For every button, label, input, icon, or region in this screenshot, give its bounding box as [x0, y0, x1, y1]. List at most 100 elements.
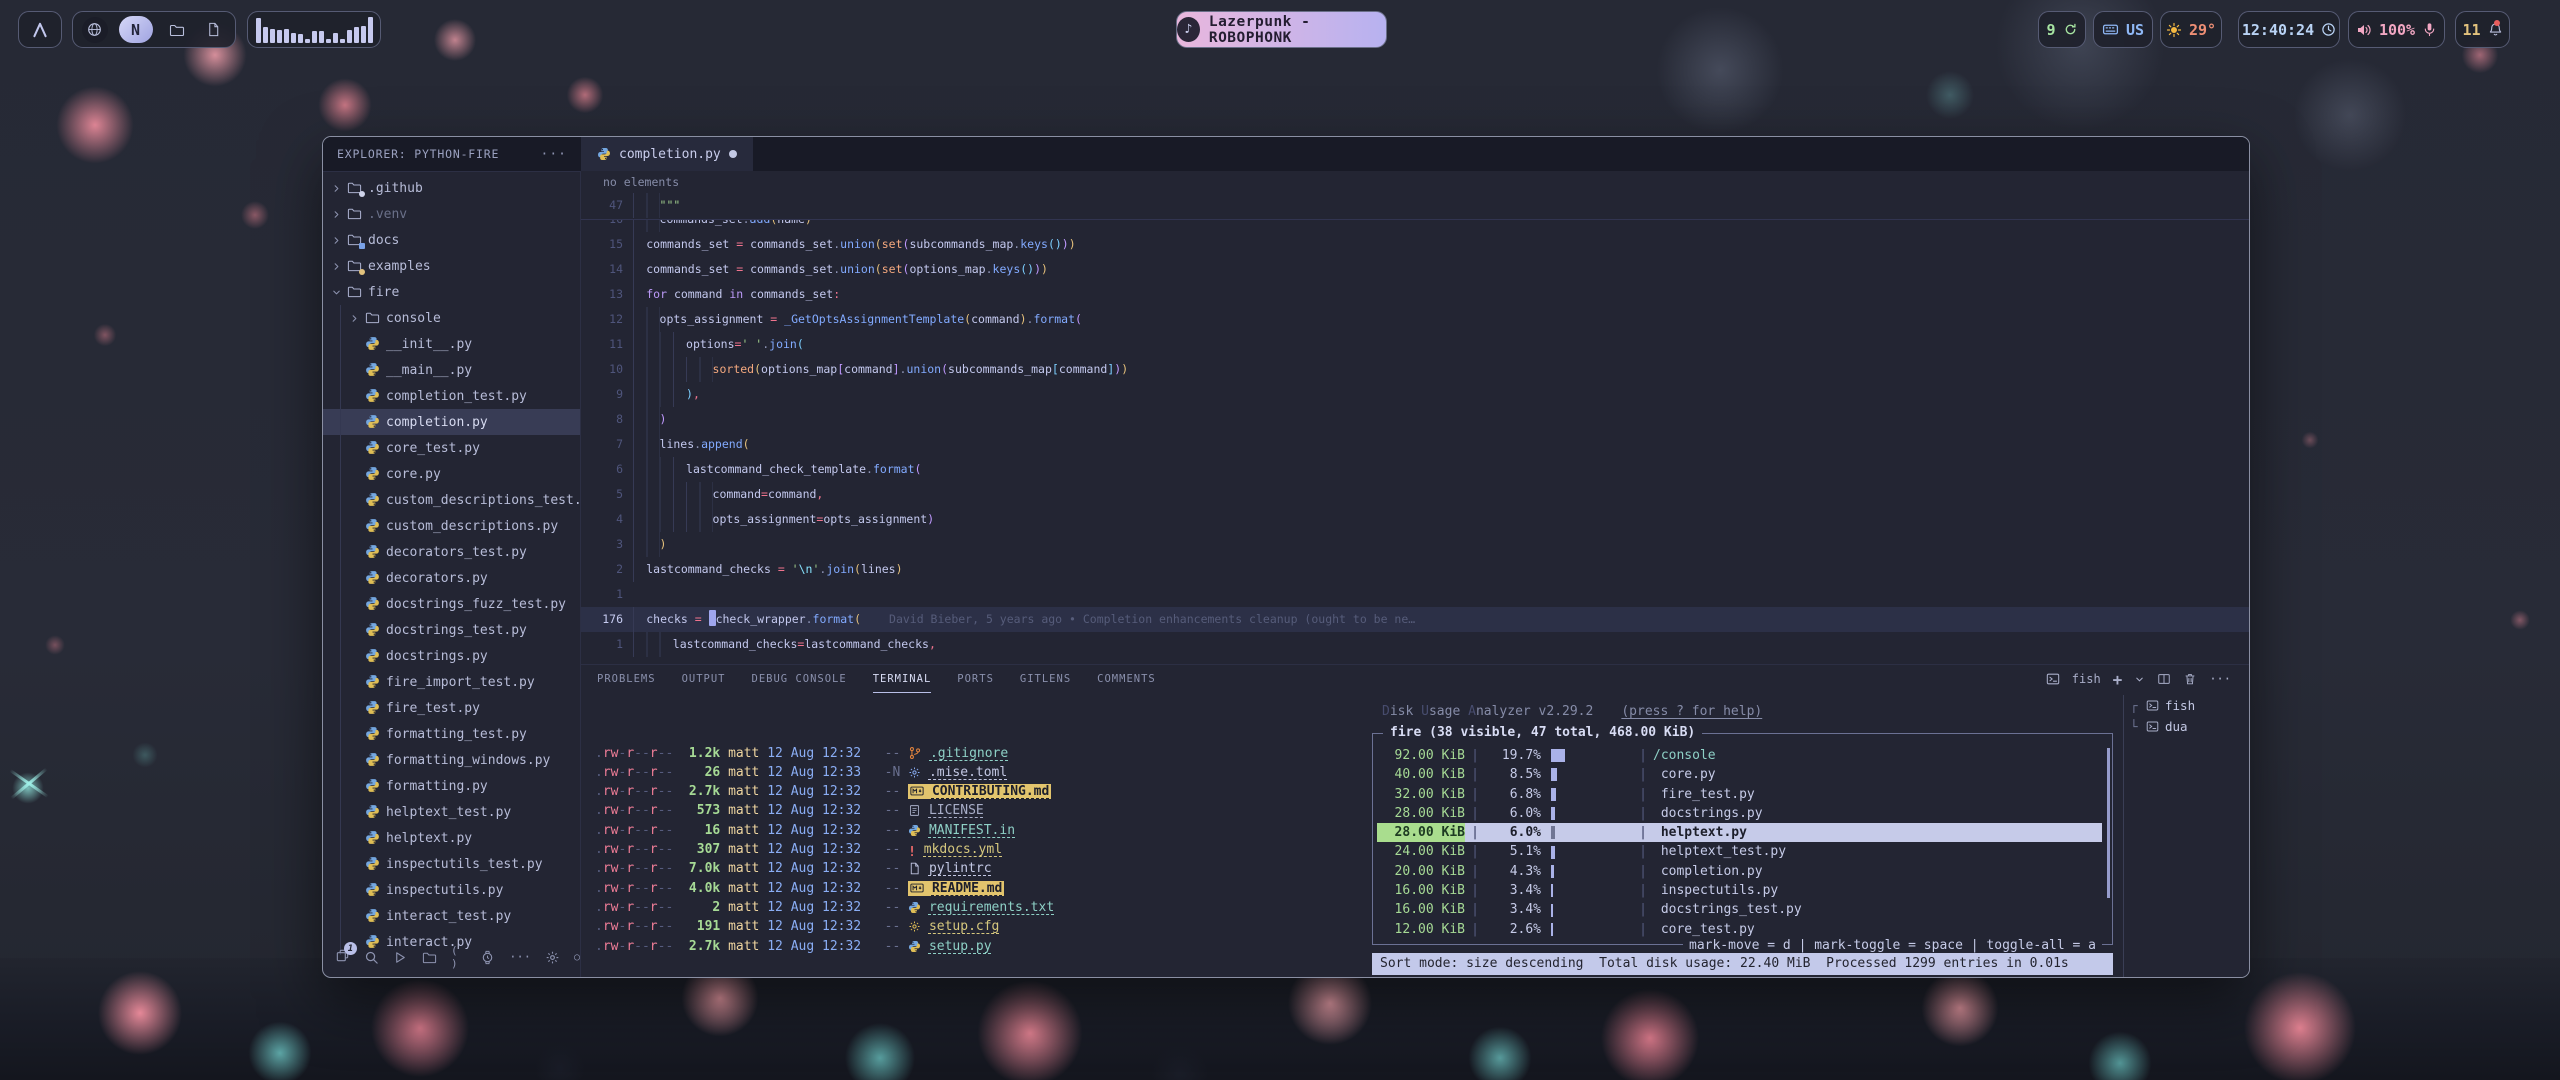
- updates-widget[interactable]: 9: [2038, 11, 2086, 48]
- dua-row[interactable]: 40.00 KiB|8.5%| core.py: [1377, 765, 2102, 784]
- folder-icon[interactable]: [422, 950, 437, 965]
- brackets-icon[interactable]: ( ): [451, 944, 466, 970]
- dua-row[interactable]: 20.00 KiB|4.3%| completion.py: [1377, 862, 2102, 881]
- terminal-fish[interactable]: .rw-r--r-- 1.2k matt 12 Aug 12:32 -- .gi…: [595, 705, 1365, 978]
- music-player-widget[interactable]: ♪ Lazerpunk - ROBOPHONK: [1176, 11, 1387, 48]
- dua-row[interactable]: 12.00 KiB|2.6%| core_test.py: [1377, 920, 2102, 939]
- panel-tab-comments[interactable]: COMMENTS: [1097, 665, 1156, 693]
- dua-row[interactable]: 32.00 KiB|6.8%| fire_test.py: [1377, 785, 2102, 804]
- code-line: 13for command in commands_set:: [581, 282, 2249, 307]
- explorer-menu-button[interactable]: ···: [541, 147, 567, 162]
- notifications-widget[interactable]: 11: [2455, 11, 2510, 48]
- globe-icon[interactable]: [82, 17, 108, 43]
- dua-row[interactable]: 28.00 KiB|6.0%| docstrings.py: [1377, 804, 2102, 823]
- sidebar-item[interactable]: formatting_test.py: [323, 721, 580, 747]
- code-viewport[interactable]: 16commands_set.add(name)15commands_set =…: [581, 219, 2249, 664]
- file-link[interactable]: pylintrc: [929, 861, 992, 876]
- sidebar-item-label: custom_descriptions_test.…: [386, 493, 580, 508]
- trash-icon[interactable]: [2183, 672, 2197, 686]
- launcher-button[interactable]: [18, 11, 62, 48]
- sidebar-item[interactable]: completion_test.py: [323, 383, 580, 409]
- sidebar-item[interactable]: .github: [323, 175, 580, 201]
- sidebar-item[interactable]: docstrings_fuzz_test.py: [323, 591, 580, 617]
- more-icon[interactable]: ···: [509, 950, 531, 964]
- new-terminal-button[interactable]: +: [2113, 670, 2123, 689]
- sidebar-item[interactable]: inspectutils_test.py: [323, 851, 580, 877]
- sidebar-item[interactable]: inspectutils.py: [323, 877, 580, 903]
- sidebar-item[interactable]: interact_test.py: [323, 903, 580, 929]
- more-icon[interactable]: ···: [2209, 672, 2231, 686]
- folder-icon[interactable]: [164, 17, 190, 43]
- sidebar-item[interactable]: decorators_test.py: [323, 539, 580, 565]
- file-link[interactable]: setup.py: [929, 939, 992, 954]
- file-link[interactable]: mkdocs.yml: [924, 842, 1002, 857]
- terminal-list-item-fish[interactable]: ┌fish: [2130, 695, 2248, 716]
- dua-row[interactable]: 16.00 KiB|3.4%| inspectutils.py: [1377, 881, 2102, 900]
- sidebar-item[interactable]: docstrings_test.py: [323, 617, 580, 643]
- terminal-list-item-dua[interactable]: └dua: [2130, 716, 2248, 737]
- file-icon[interactable]: [201, 17, 227, 43]
- workspace-active[interactable]: N: [119, 16, 153, 43]
- run-debug-icon[interactable]: [393, 950, 408, 965]
- dua-row[interactable]: 92.00 KiB|19.7%|/console: [1377, 746, 2102, 765]
- sidebar-item[interactable]: core_test.py: [323, 435, 580, 461]
- file-link[interactable]: MANIFEST.in: [929, 823, 1015, 838]
- sidebar-item[interactable]: helptext_test.py: [323, 799, 580, 825]
- sidebar-item[interactable]: completion.py: [323, 409, 580, 435]
- terminal-dua[interactable]: Disk Usage Analyzer v2.29.2(press ? for …: [1370, 697, 2119, 978]
- weather-widget[interactable]: 29°: [2160, 11, 2222, 48]
- breadcrumb[interactable]: no elements: [581, 171, 2249, 194]
- sidebar-item-label: .github: [368, 181, 423, 196]
- sidebar-item[interactable]: fire_test.py: [323, 695, 580, 721]
- resource-graph-widget[interactable]: [247, 11, 381, 48]
- keyboard-layout-widget[interactable]: US: [2093, 11, 2153, 48]
- dua-row[interactable]: 28.00 KiB|6.0%| helptext.py: [1377, 823, 2102, 842]
- sidebar-item[interactable]: formatting.py: [323, 773, 580, 799]
- chevron-down-icon[interactable]: [2134, 674, 2145, 685]
- panel-tab-terminal[interactable]: TERMINAL: [873, 665, 932, 693]
- tab-completion-py[interactable]: completion.py: [581, 137, 753, 171]
- panel-tab-output[interactable]: OUTPUT: [682, 665, 726, 693]
- sidebar-item[interactable]: core.py: [323, 461, 580, 487]
- search-icon[interactable]: [364, 950, 379, 965]
- panel-tab-ports[interactable]: PORTS: [957, 665, 994, 693]
- code-editor[interactable]: no elements 47""" 16commands_set.add(nam…: [581, 171, 2249, 664]
- split-terminal-icon[interactable]: [2157, 672, 2171, 686]
- file-link[interactable]: README.md: [932, 881, 1002, 896]
- sidebar-item[interactable]: console: [323, 305, 580, 331]
- sidebar-item[interactable]: __init__.py: [323, 331, 580, 357]
- file-link[interactable]: .gitignore: [930, 746, 1008, 761]
- gear-icon[interactable]: [545, 950, 560, 965]
- line-number: 2: [581, 557, 623, 582]
- volume-widget[interactable]: 100%: [2348, 11, 2445, 48]
- dua-scrollbar[interactable]: [2107, 748, 2110, 898]
- sidebar-item[interactable]: decorators.py: [323, 565, 580, 591]
- sidebar-item[interactable]: fire: [323, 279, 580, 305]
- watch-icon[interactable]: [480, 950, 495, 965]
- explorer-view-button[interactable]: 1: [335, 948, 350, 966]
- clock-widget[interactable]: 12:40:24: [2238, 11, 2340, 48]
- file-link[interactable]: requirements.txt: [929, 900, 1054, 915]
- sidebar-item[interactable]: custom_descriptions.py: [323, 513, 580, 539]
- sidebar-item[interactable]: fire_import_test.py: [323, 669, 580, 695]
- sidebar-item[interactable]: formatting_windows.py: [323, 747, 580, 773]
- dua-row[interactable]: 24.00 KiB|5.1%| helptext_test.py: [1377, 842, 2102, 861]
- file-link[interactable]: .mise.toml: [929, 765, 1007, 780]
- sidebar-item[interactable]: __main__.py: [323, 357, 580, 383]
- panel-tab-problems[interactable]: PROBLEMS: [597, 665, 656, 693]
- dua-row[interactable]: 16.00 KiB|3.4%| docstrings_test.py: [1377, 900, 2102, 919]
- file-link[interactable]: CONTRIBUTING.md: [932, 784, 1049, 799]
- sidebar-item[interactable]: .venv: [323, 201, 580, 227]
- record-icon[interactable]: ○: [574, 952, 580, 963]
- workspace-switcher[interactable]: N: [72, 11, 236, 48]
- sidebar-item[interactable]: helptext.py: [323, 825, 580, 851]
- file-link[interactable]: LICENSE: [929, 803, 984, 818]
- panel-tab-debug-console[interactable]: DEBUG CONSOLE: [752, 665, 847, 693]
- sidebar-item[interactable]: examples: [323, 253, 580, 279]
- sidebar-item[interactable]: docs: [323, 227, 580, 253]
- sidebar-item[interactable]: custom_descriptions_test.…: [323, 487, 580, 513]
- sidebar-item[interactable]: docstrings.py: [323, 643, 580, 669]
- file-link[interactable]: setup.cfg: [929, 919, 999, 934]
- dua-key-hints: mark-move = d | mark-toggle = space | to…: [1683, 938, 2102, 953]
- panel-tab-gitlens[interactable]: GITLENS: [1020, 665, 1071, 693]
